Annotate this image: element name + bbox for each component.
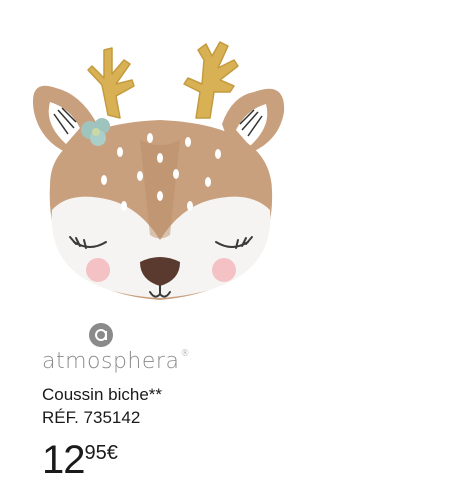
product-name-suffix: ** bbox=[148, 385, 163, 404]
price-integer: 12 bbox=[42, 438, 85, 482]
deer-cushion-image bbox=[32, 41, 285, 300]
product-name: Coussin biche** bbox=[42, 385, 162, 405]
registered-mark: ® bbox=[180, 349, 190, 359]
atmosphera-logo-icon bbox=[89, 323, 113, 347]
price: 1295€ bbox=[42, 440, 118, 480]
cheek-left bbox=[86, 258, 110, 282]
antler-right bbox=[183, 41, 239, 119]
product-reference: RÉF. 735142 bbox=[42, 408, 141, 427]
cheek-right bbox=[212, 258, 236, 282]
brand-name: atmosphera® bbox=[42, 349, 190, 374]
price-decimals: 95€ bbox=[84, 442, 118, 464]
brand-name-text: atmosphera bbox=[42, 349, 180, 374]
antler-left bbox=[87, 47, 135, 119]
product-name-text: Coussin biche bbox=[42, 385, 149, 404]
